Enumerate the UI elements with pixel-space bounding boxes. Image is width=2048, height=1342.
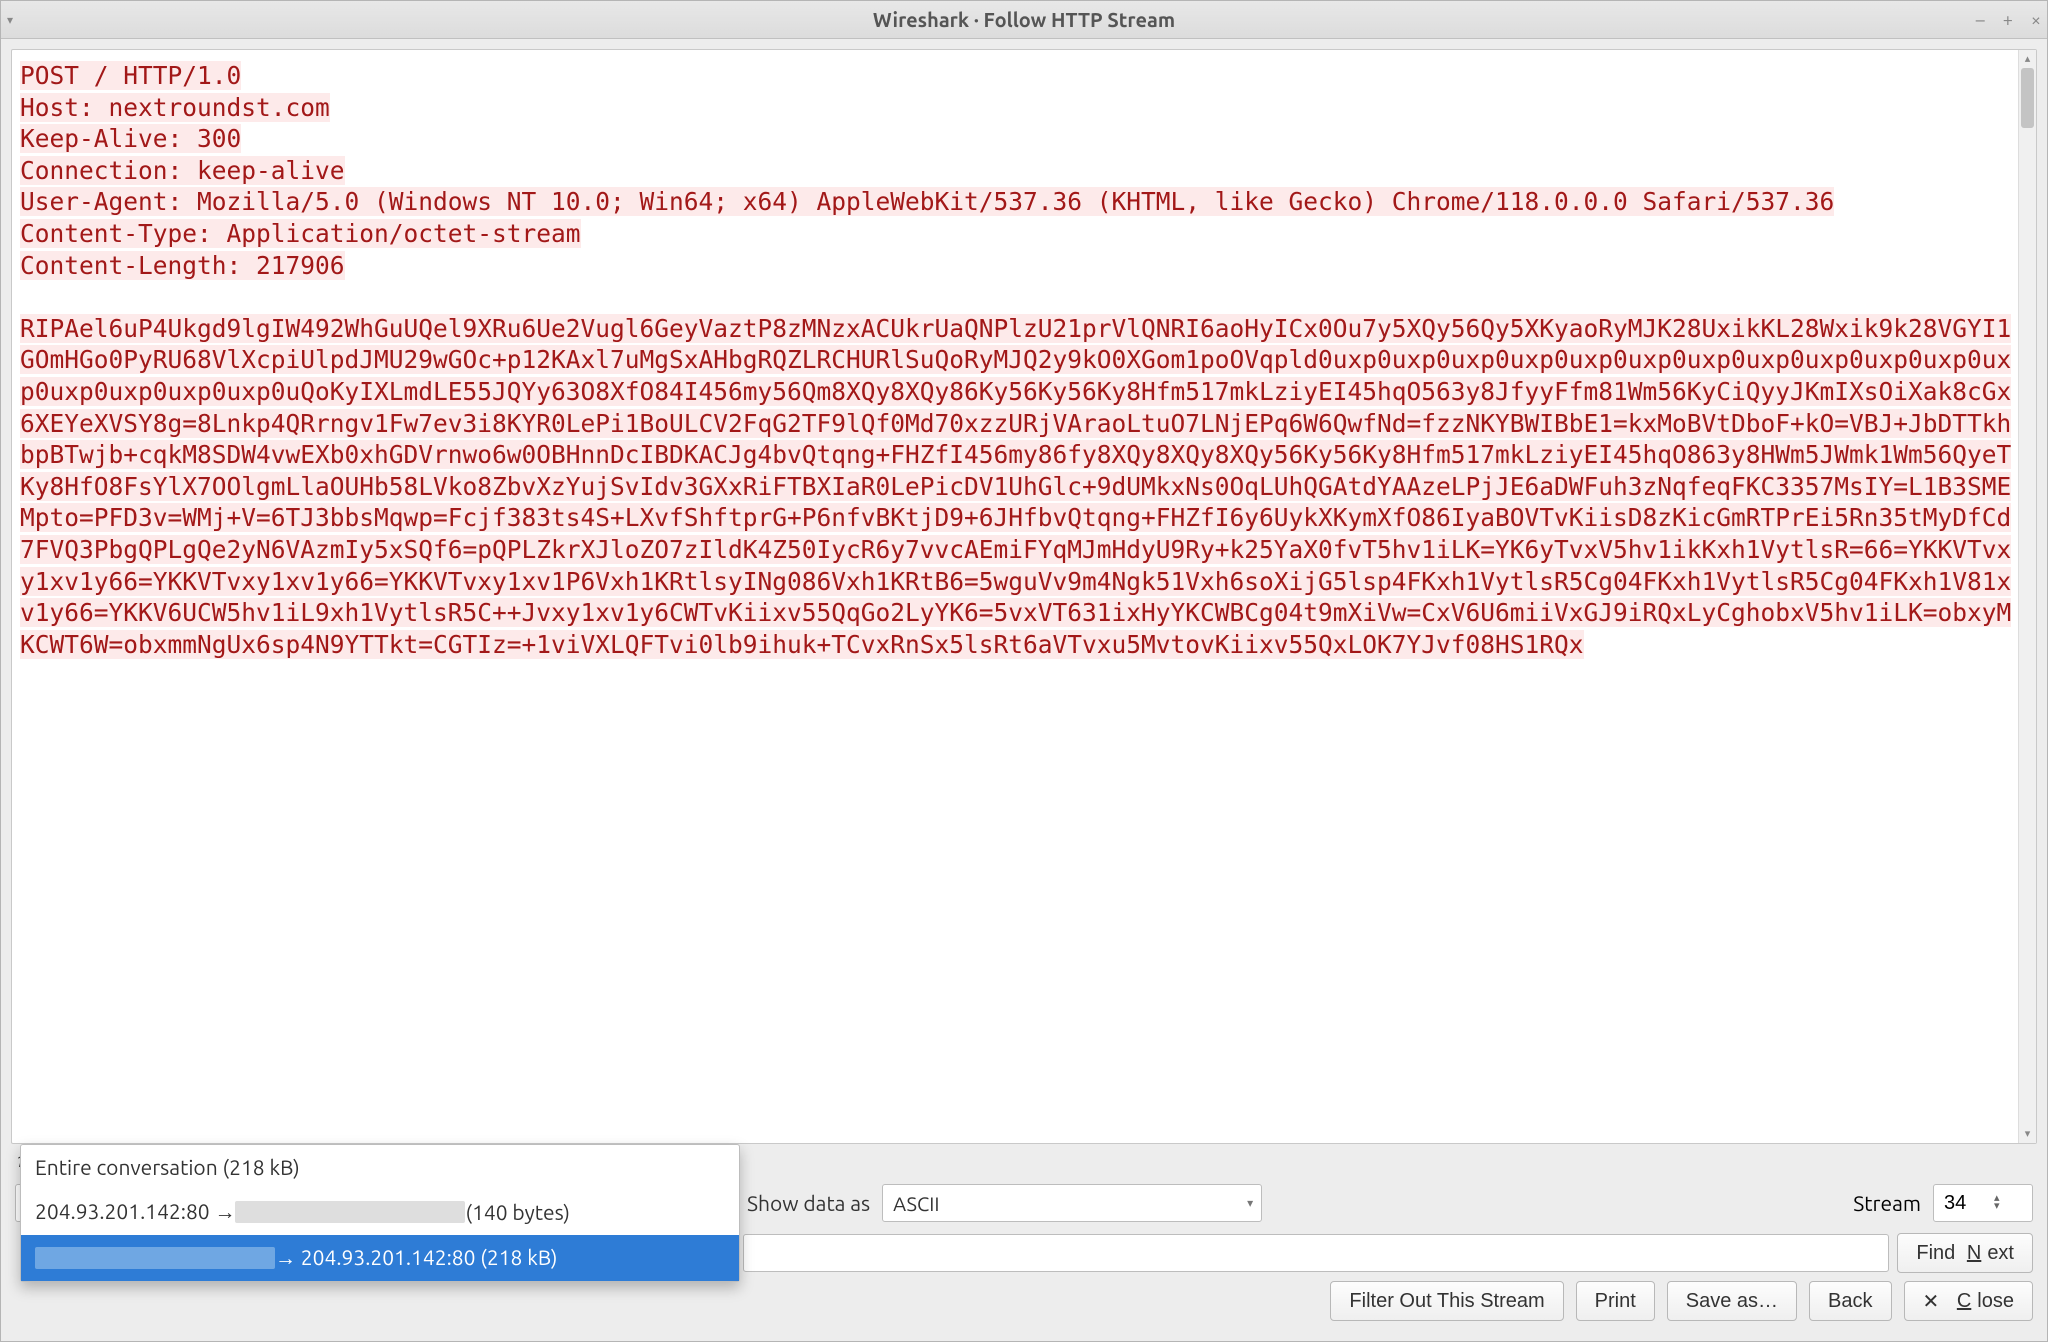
button-row: Filter Out This Stream Print Save as… Ba… xyxy=(11,1277,2037,1333)
close-dialog-button[interactable]: ✕ Close xyxy=(1904,1281,2033,1321)
print-button[interactable]: Print xyxy=(1576,1281,1655,1321)
conversation-option-server-to-client[interactable]: 204.93.201.142:80 → (140 bytes) xyxy=(21,1189,739,1235)
scroll-track[interactable] xyxy=(2019,68,2036,1125)
conversation-dropdown-popup[interactable]: Entire conversation (218 kB) 204.93.201.… xyxy=(20,1144,740,1282)
save-as-button[interactable]: Save as… xyxy=(1667,1281,1797,1321)
close-icon: ✕ xyxy=(1923,1289,1940,1314)
stream-number-label: Stream xyxy=(1853,1191,1921,1215)
window-menu-hint[interactable]: ▾ xyxy=(7,13,13,27)
show-data-as-select[interactable]: ASCII ▾ xyxy=(882,1184,1262,1222)
menu-dropdown-icon: ▾ xyxy=(7,13,13,27)
maximize-button[interactable]: + xyxy=(2003,11,2013,29)
find-next-button[interactable]: Find Next xyxy=(1897,1233,2033,1273)
scroll-down-icon[interactable]: ▾ xyxy=(2019,1125,2036,1143)
conversation-option-client-to-server[interactable]: → 204.93.201.142:80 (218 kB) xyxy=(21,1235,739,1281)
window-controls: – + × xyxy=(1976,11,2041,29)
scroll-thumb[interactable] xyxy=(2021,68,2034,128)
redacted-client-addr xyxy=(35,1247,275,1269)
back-button[interactable]: Back xyxy=(1809,1281,1891,1321)
show-data-as-label: Show data as xyxy=(747,1191,870,1215)
minimize-button[interactable]: – xyxy=(1976,11,1985,29)
filter-out-stream-button[interactable]: Filter Out This Stream xyxy=(1330,1281,1563,1321)
close-window-button[interactable]: × xyxy=(2031,11,2041,29)
show-data-as-value: ASCII xyxy=(893,1192,939,1215)
conversation-option-entire[interactable]: Entire conversation (218 kB) xyxy=(21,1145,739,1189)
vertical-scrollbar[interactable]: ▴ ▾ xyxy=(2018,50,2036,1143)
stream-number-input[interactable] xyxy=(1944,1192,1994,1215)
titlebar: ▾ Wireshark · Follow HTTP Stream – + × xyxy=(1,1,2047,39)
spin-arrows[interactable]: ▴ ▾ xyxy=(1994,1195,2000,1210)
find-input[interactable] xyxy=(743,1234,1889,1272)
chevron-down-icon: ▾ xyxy=(1247,1196,1253,1210)
window-title: Wireshark · Follow HTTP Stream xyxy=(873,8,1175,31)
stream-number-spinbox[interactable]: ▴ ▾ xyxy=(1933,1184,2033,1222)
spin-down-icon[interactable]: ▾ xyxy=(1994,1203,2000,1211)
stream-textview[interactable]: POST / HTTP/1.0 Host: nextroundst.com Ke… xyxy=(11,49,2037,1144)
redacted-client-addr xyxy=(235,1201,465,1223)
stream-text[interactable]: POST / HTTP/1.0 Host: nextroundst.com Ke… xyxy=(12,50,2018,1143)
scroll-up-icon[interactable]: ▴ xyxy=(2019,50,2036,68)
window-root: ▾ Wireshark · Follow HTTP Stream – + × P… xyxy=(0,0,2048,1342)
